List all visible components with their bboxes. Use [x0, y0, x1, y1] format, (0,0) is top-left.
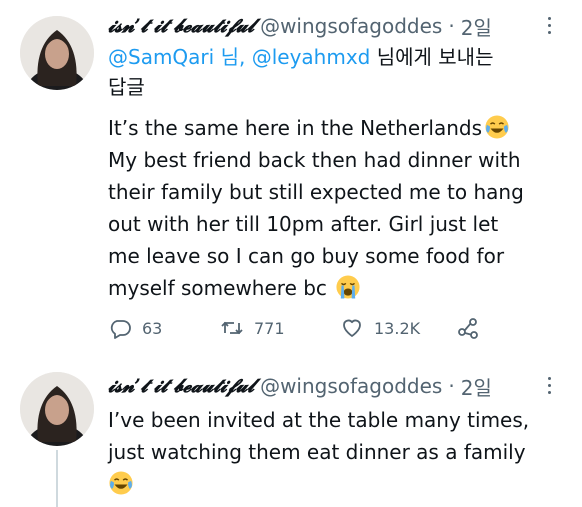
- tweet-header: 𝓲𝓼𝓷’𝓽 𝓲𝓽 𝓫𝓮𝓪𝓾𝓽𝓲𝓯𝓾𝓵 @wingsofagoddes · 2일: [108, 12, 492, 40]
- mention-link[interactable]: @SamQari: [108, 45, 214, 69]
- avatar[interactable]: [20, 16, 94, 90]
- tweet-line: out with her till 10pm after. Girl just …: [108, 212, 499, 236]
- tweet-line-text: myself somewhere bc: [108, 276, 327, 300]
- separator-dot: ·: [448, 374, 455, 398]
- retweet-icon: [221, 321, 243, 335]
- more-icon[interactable]: [538, 14, 562, 38]
- tweet-line: My best friend back then had dinner with: [108, 148, 521, 172]
- tweet-line: I’ve been invited at the table many time…: [108, 408, 530, 432]
- tweet[interactable]: 𝓲𝓼𝓷’𝓽 𝓲𝓽 𝓫𝓮𝓪𝓾𝓽𝓲𝓯𝓾𝓵 @wingsofagoddes · 2일 …: [0, 0, 582, 356]
- tweet-actions: 63 771 13.2K: [108, 316, 508, 344]
- reply-count: 63: [142, 318, 163, 338]
- tweet[interactable]: 𝓲𝓼𝓷’𝓽 𝓲𝓽 𝓫𝓮𝓪𝓾𝓽𝓲𝓯𝓾𝓵 @wingsofagoddes · 2일 …: [0, 356, 582, 507]
- tweet-line-text: It’s the same here in the Netherlands: [108, 116, 482, 140]
- tweet-header: 𝓲𝓼𝓷’𝓽 𝓲𝓽 𝓫𝓮𝓪𝓾𝓽𝓲𝓯𝓾𝓵 @wingsofagoddes · 2일: [108, 372, 492, 400]
- avatar-image: [20, 16, 94, 90]
- thread-line: [56, 450, 58, 507]
- timestamp[interactable]: 2일: [461, 372, 492, 401]
- separator-dot: ·: [448, 14, 455, 38]
- tweet-line: myself somewhere bc: [108, 272, 558, 304]
- reply-button[interactable]: 63: [108, 316, 162, 340]
- face-with-tears-of-joy-emoji: [109, 471, 133, 495]
- like-icon: [343, 319, 361, 337]
- timestamp[interactable]: 2일: [461, 12, 492, 41]
- tweet-line: their family but still expected me to ha…: [108, 180, 524, 204]
- avatar[interactable]: [20, 372, 94, 446]
- loudly-crying-face-emoji: [336, 275, 360, 299]
- tweet-line: just watching them eat dinner as a famil…: [108, 440, 526, 464]
- share-button[interactable]: [456, 316, 480, 340]
- like-button[interactable]: 13.2K: [340, 316, 420, 340]
- replying-to: @SamQari 님, @leyahmxd 님에게 보내는 답글: [108, 42, 558, 102]
- reply-to-suffix: 님에게 보내는: [370, 45, 494, 69]
- tweet-text: I’ve been invited at the table many time…: [108, 404, 558, 500]
- username-handle[interactable]: @wingsofagoddes: [260, 374, 442, 398]
- display-name[interactable]: 𝓲𝓼𝓷’𝓽 𝓲𝓽 𝓫𝓮𝓪𝓾𝓽𝓲𝓯𝓾𝓵: [108, 375, 254, 397]
- face-with-tears-of-joy-emoji: [485, 115, 509, 139]
- reply-to-suffix-line: 답글: [108, 75, 145, 99]
- tweet-line: [108, 468, 558, 500]
- retweet-button[interactable]: 771: [220, 316, 285, 340]
- display-name[interactable]: 𝓲𝓼𝓷’𝓽 𝓲𝓽 𝓫𝓮𝓪𝓾𝓽𝓲𝓯𝓾𝓵: [108, 15, 254, 37]
- reply-icon: [110, 320, 131, 339]
- more-icon[interactable]: [538, 374, 562, 398]
- avatar-image: [20, 372, 94, 446]
- reply-to-separator: 님,: [214, 45, 252, 69]
- mention-link[interactable]: @leyahmxd: [252, 45, 371, 69]
- username-handle[interactable]: @wingsofagoddes: [260, 14, 442, 38]
- tweet-line: me leave so I can go buy some food for: [108, 244, 505, 268]
- share-icon: [458, 318, 478, 339]
- like-count: 13.2K: [374, 318, 421, 338]
- retweet-count: 771: [254, 318, 285, 338]
- tweet-line: It’s the same here in the Netherlands: [108, 112, 558, 144]
- tweet-text: It’s the same here in the Netherlands My…: [108, 112, 558, 304]
